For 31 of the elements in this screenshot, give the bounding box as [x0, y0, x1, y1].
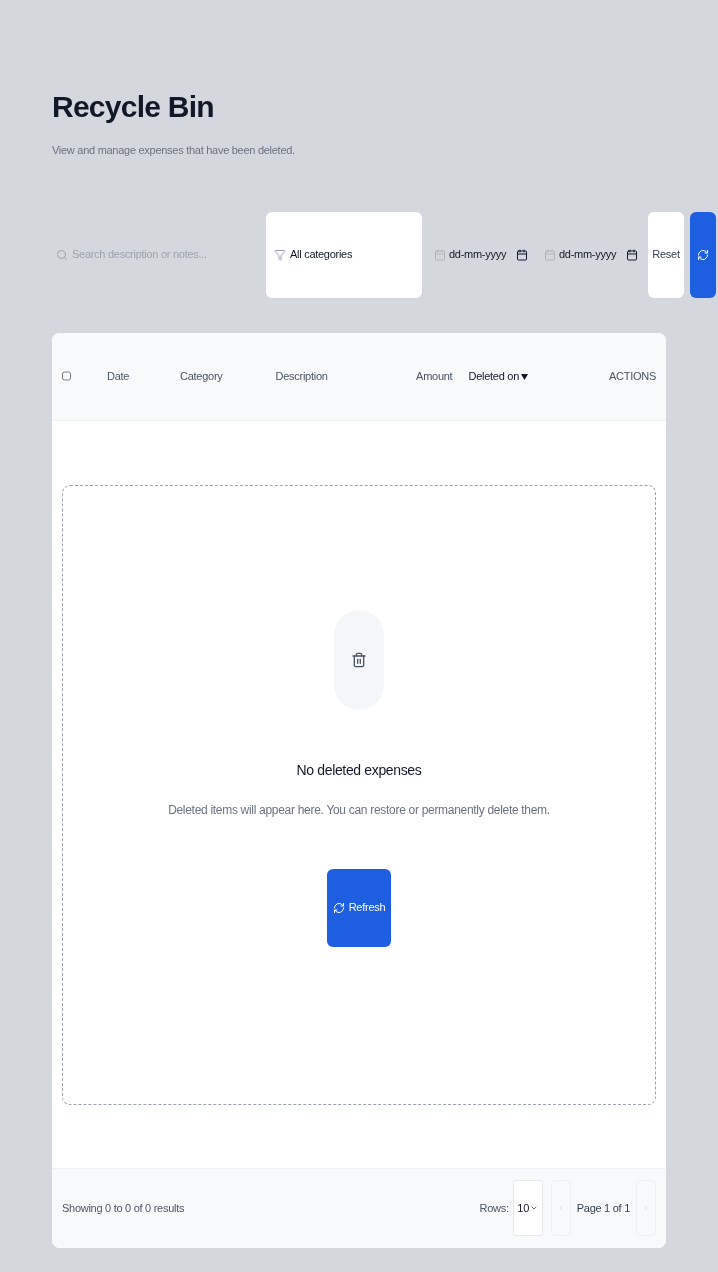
date-picker-icon[interactable]	[626, 248, 638, 261]
page-title: Recycle Bin	[52, 92, 215, 122]
column-header[interactable]: Category	[180, 367, 276, 385]
filter-icon	[274, 248, 286, 261]
category-select[interactable]: All categories	[266, 211, 422, 298]
refresh-button[interactable]: Refresh	[327, 868, 391, 947]
date-field[interactable]: dd-mm-yyyy	[559, 246, 623, 263]
page-indicator: Page 1 of 1	[576, 1200, 630, 1216]
column-header[interactable]: Deleted on	[468, 367, 610, 385]
rows-label: Rows:	[479, 1200, 509, 1216]
column-header[interactable]: ACTIONS	[609, 367, 656, 385]
column-header[interactable]: Date	[107, 367, 181, 385]
refresh-icon	[697, 248, 709, 261]
calendar-icon	[434, 248, 446, 261]
trash-icon	[334, 609, 384, 710]
refresh-icon-button[interactable]	[690, 211, 716, 298]
empty-state-title: No deleted expenses	[296, 760, 422, 780]
empty-state-message: Deleted items will appear here. You can restore or permanently delete them.	[168, 801, 550, 819]
page-subtitle: View and manage expenses that have been deleted.	[52, 143, 296, 158]
column-header[interactable]: Description	[275, 367, 417, 385]
column-header[interactable]: Amount	[416, 367, 469, 385]
chevron-down-icon	[530, 1204, 539, 1212]
results-summary: Showing 0 to 0 of 0 results	[62, 1200, 185, 1216]
refresh-icon	[332, 901, 345, 914]
chevron-right-icon	[642, 1204, 650, 1212]
reset-button[interactable]: Reset	[648, 211, 684, 298]
date-field[interactable]: dd-mm-yyyy	[449, 246, 513, 263]
search-icon	[56, 248, 68, 261]
calendar-icon	[544, 248, 556, 261]
rows-select[interactable]: 10	[512, 1180, 543, 1236]
date-picker-icon[interactable]	[516, 248, 528, 261]
